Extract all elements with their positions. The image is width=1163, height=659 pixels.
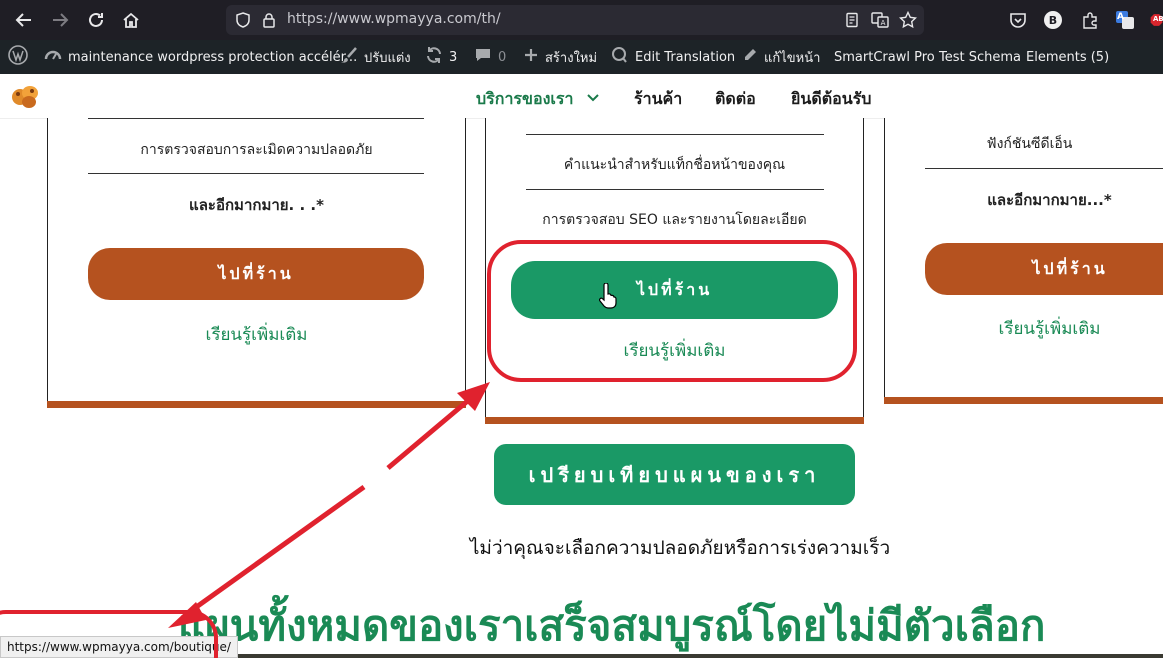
pencil-icon — [742, 47, 758, 67]
edit-page-label: แก้ไขหน้า — [764, 50, 821, 66]
shield-icon[interactable] — [234, 11, 252, 29]
plus-icon — [523, 47, 539, 67]
edit-translation-link[interactable]: Edit Translation — [611, 40, 735, 74]
feature-cdn: ฟังก์ชันซีดีเอ็น — [986, 136, 1073, 152]
menu-services[interactable]: บริการของเรา — [476, 87, 599, 112]
bookmark-star-icon[interactable] — [899, 11, 917, 29]
brush-icon — [340, 46, 358, 68]
menu-shop[interactable]: ร้านค้า — [634, 87, 682, 112]
go-to-shop-button[interactable]: ไปที่ร้าน — [88, 248, 424, 300]
adblock-icon[interactable]: ABP — [1150, 10, 1163, 30]
back-icon[interactable] — [12, 8, 36, 32]
learn-more-link[interactable]: เรียนรู้เพิ่มเติม — [48, 321, 465, 348]
pocket-icon[interactable] — [1008, 10, 1028, 30]
adblock-badge: ABP — [1153, 15, 1163, 23]
smartcrawl-label: SmartCrawl Pro — [834, 49, 935, 65]
test-schema-link[interactable]: Test Schema — [939, 40, 1021, 74]
reload-icon[interactable] — [84, 8, 108, 32]
elements-link[interactable]: Elements (5) — [1026, 40, 1109, 74]
pricing-card-left: การตรวจสอบการละเมิดความปลอดภัย และอีกมาก… — [47, 118, 466, 408]
divider — [526, 134, 824, 135]
site-logo[interactable] — [10, 83, 40, 109]
feature-more: และอีกมากมาย. . .* — [189, 196, 324, 214]
elements-label: Elements (5) — [1026, 49, 1110, 65]
customize-label: ปรับแต่ง — [364, 50, 411, 66]
section-heading: แผนทั้งหมดของเราเสร็จสมบูรณ์โดยไม่มีตัวเ… — [178, 601, 1046, 650]
learn-more-link[interactable]: เรียนรู้เพิ่มเติม — [486, 337, 863, 364]
divider — [88, 173, 424, 174]
card-bottom-bar — [47, 401, 466, 408]
feature-title-tag-tips: คำแนะนำสำหรับแท็กชื่อหน้าของคุณ — [563, 157, 786, 173]
dashboard-icon — [44, 46, 62, 68]
home-icon[interactable] — [119, 8, 143, 32]
divider — [526, 189, 824, 190]
url-text[interactable]: https://www.wpmayya.com/th/ — [287, 11, 501, 27]
wordpress-icon — [8, 45, 28, 69]
go-to-shop-button[interactable]: ไปที่ร้าน — [511, 261, 838, 319]
new-content-label: สร้างใหม่ — [545, 50, 598, 66]
svg-text:A: A — [881, 19, 886, 27]
comments-link[interactable]: 0 — [474, 40, 506, 74]
link-status-bar: https://www.wpmayya.com/boutique/ — [0, 636, 238, 658]
site-name-link[interactable]: maintenance wordpress protection accélér… — [44, 40, 357, 74]
feature-security-scan: การตรวจสอบการละเมิดความปลอดภัย — [140, 142, 373, 158]
menu-welcome[interactable]: ยินดีต้อนรับ — [791, 87, 871, 112]
section-subtitle: ไม่ว่าคุณจะเลือกความปลอดภัยหรือการเร่งคว… — [469, 537, 891, 559]
card-bottom-bar — [884, 397, 1163, 404]
translate-icon[interactable]: A — [871, 11, 889, 29]
divider — [88, 118, 424, 119]
test-schema-label: Test Schema — [939, 49, 1021, 65]
annotation-arrow-line — [386, 397, 472, 470]
edit-page-link[interactable]: แก้ไขหน้า — [742, 40, 820, 74]
translate-edit-icon — [611, 46, 629, 68]
extensions-icon[interactable] — [1080, 10, 1100, 30]
menu-services-label: บริการของเรา — [476, 89, 574, 108]
translate-badge: A — [1117, 12, 1124, 22]
reader-icon[interactable] — [843, 11, 861, 29]
translate-extension-icon[interactable]: A — [1115, 10, 1135, 30]
updates-count: 3 — [449, 49, 458, 65]
compare-plans-button[interactable]: เปรียบเทียบแผนของเรา — [494, 444, 855, 505]
forward-icon[interactable] — [48, 8, 72, 32]
pricing-card-right: ฟังก์ชันซีดีเอ็น และอีกมากมาย...* ไปที่ร… — [884, 118, 1163, 404]
new-content-link[interactable]: สร้างใหม่ — [523, 40, 597, 74]
address-bar[interactable]: https://www.wpmayya.com/th/ A — [226, 5, 924, 35]
site-name-label: maintenance wordpress protection accélér… — [68, 49, 358, 65]
updates-link[interactable]: 3 — [425, 40, 457, 74]
divider — [925, 168, 1163, 169]
chevron-down-icon — [587, 87, 599, 106]
wordpress-menu[interactable] — [8, 40, 28, 74]
customize-link[interactable]: ปรับแต่ง — [340, 40, 411, 74]
pointer-hand-icon — [599, 282, 617, 309]
lock-icon[interactable] — [260, 11, 278, 29]
account-initial: B — [1048, 13, 1058, 27]
pricing-card-middle: คำแนะนำสำหรับแท็กชื่อหน้าของคุณ การตรวจส… — [485, 118, 864, 424]
go-to-shop-button[interactable]: ไปที่ร้าน — [925, 243, 1163, 295]
site-header: บริการของเรา ร้านค้า ติดต่อ ยินดีต้อนรับ — [0, 74, 1163, 119]
comments-icon — [474, 46, 492, 68]
smartcrawl-link[interactable]: SmartCrawl Pro — [834, 40, 935, 74]
comments-count: 0 — [498, 49, 507, 65]
browser-toolbar: https://www.wpmayya.com/th/ A B A ABP — [0, 0, 1163, 40]
menu-contact[interactable]: ติดต่อ — [715, 87, 756, 112]
learn-more-link[interactable]: เรียนรู้เพิ่มเติม — [925, 315, 1163, 342]
feature-more: และอีกมากมาย...* — [987, 191, 1112, 209]
feature-seo-audit: การตรวจสอบ SEO และรายงานโดยละเอียด — [542, 212, 807, 228]
updates-icon — [425, 46, 443, 68]
wp-admin-bar: maintenance wordpress protection accélér… — [0, 40, 1163, 74]
card-bottom-bar — [485, 417, 864, 424]
edit-translation-label: Edit Translation — [635, 49, 736, 65]
account-icon[interactable]: B — [1043, 10, 1063, 30]
